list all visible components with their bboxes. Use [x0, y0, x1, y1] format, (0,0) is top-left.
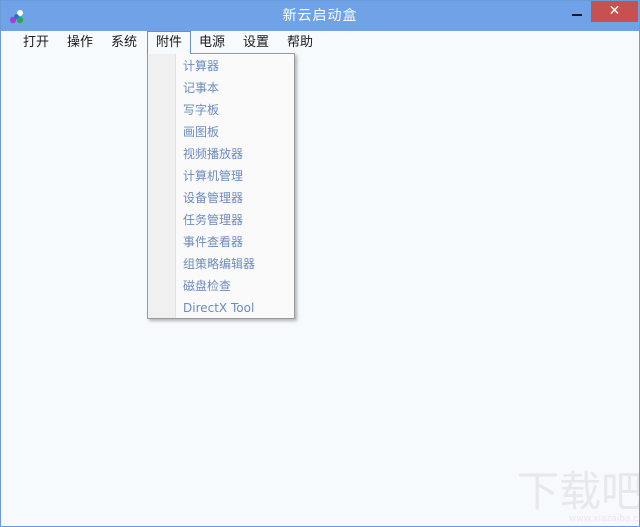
watermark-logo: 下载吧 www.xiazaiba.com: [517, 467, 640, 526]
close-icon: ✕: [608, 3, 621, 19]
dropdown-item-video-player[interactable]: 视频播放器: [148, 143, 294, 165]
dropdown-item-task-manager[interactable]: 任务管理器: [148, 209, 294, 231]
dropdown-item-computer-management[interactable]: 计算机管理: [148, 165, 294, 187]
menu-accessories[interactable]: 附件: [147, 31, 191, 54]
close-button[interactable]: ✕: [591, 1, 638, 22]
menu-help[interactable]: 帮助: [279, 31, 321, 54]
watermark-text: 下载吧: [517, 467, 640, 516]
dropdown-item-disk-check[interactable]: 磁盘检查: [148, 275, 294, 297]
menu-bar: 打开 操作 系统 附件 电源 设置 帮助: [1, 31, 639, 55]
menu-power[interactable]: 电源: [191, 31, 233, 54]
dropdown-item-group-policy-editor[interactable]: 组策略编辑器: [148, 253, 294, 275]
dropdown-item-device-manager[interactable]: 设备管理器: [148, 187, 294, 209]
dropdown-item-directx-tool[interactable]: DirectX Tool: [148, 297, 294, 319]
accessories-dropdown: 计算器 记事本 写字板 画图板 视频播放器 计算机管理 设备管理器 任务管理器 …: [147, 53, 295, 319]
dropdown-item-notepad[interactable]: 记事本: [148, 77, 294, 99]
menu-open[interactable]: 打开: [15, 31, 57, 54]
menu-operate[interactable]: 操作: [59, 31, 101, 54]
menu-settings[interactable]: 设置: [235, 31, 277, 54]
dropdown-item-calculator[interactable]: 计算器: [148, 55, 294, 77]
title-bar[interactable]: 新云启动盒 ✕: [1, 1, 639, 31]
menu-system[interactable]: 系统: [103, 31, 145, 54]
watermark-url: www.xiazaiba.com: [569, 514, 639, 524]
dropdown-item-paint[interactable]: 画图板: [148, 121, 294, 143]
minimize-icon: [572, 14, 582, 16]
dropdown-item-event-viewer[interactable]: 事件查看器: [148, 231, 294, 253]
dropdown-item-wordpad[interactable]: 写字板: [148, 99, 294, 121]
minimize-button[interactable]: [564, 1, 590, 23]
app-window: 新云启动盒 ✕ 打开 操作 系统 附件 电源 设置 帮助 计算器 记事本 写字板…: [0, 0, 640, 527]
window-title: 新云启动盒: [282, 8, 358, 24]
